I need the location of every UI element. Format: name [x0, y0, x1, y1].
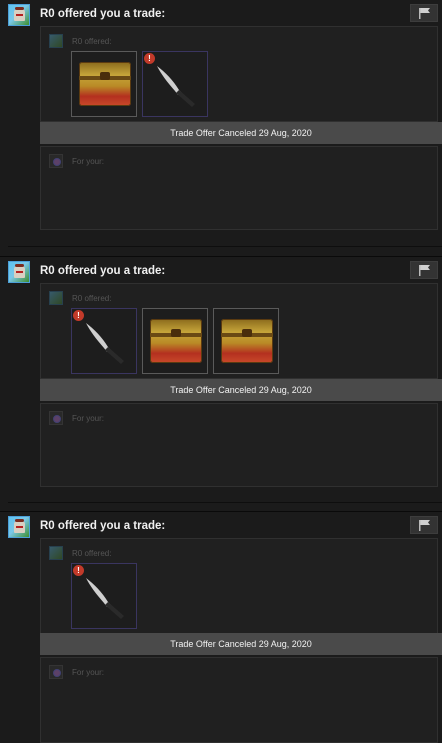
- offer-divider: [8, 246, 442, 247]
- avatar[interactable]: [8, 516, 30, 538]
- trade-status-bar: Trade Offer Canceled 29 Aug, 2020: [40, 379, 442, 401]
- item-knife[interactable]: !: [71, 563, 137, 629]
- offerer-mini-avatar: [49, 546, 63, 560]
- avatar[interactable]: [8, 4, 30, 26]
- item-knife[interactable]: !: [71, 308, 137, 374]
- trade-status-bar: Trade Offer Canceled 29 Aug, 2020: [40, 122, 442, 144]
- trade-status-bar: Trade Offer Canceled 29 Aug, 2020: [40, 633, 442, 655]
- offer-headline: R0 offered you a trade:: [40, 520, 166, 532]
- report-flag-button[interactable]: [410, 516, 438, 534]
- knife-icon: [86, 323, 124, 364]
- for-your-panel: For your:: [40, 657, 438, 743]
- for-your-panel: For your:: [40, 146, 438, 230]
- offered-label: R0 offered:: [72, 37, 112, 46]
- weapon-case-icon: [79, 62, 131, 106]
- weapon-case-icon: [150, 319, 202, 363]
- weapon-case-icon: [221, 319, 273, 363]
- item-weapon-case[interactable]: [142, 308, 208, 374]
- offered-label: R0 offered:: [72, 294, 112, 303]
- item-weapon-case[interactable]: [213, 308, 279, 374]
- recipient-mini-avatar: [49, 411, 63, 425]
- offerer-mini-avatar: [49, 291, 63, 305]
- report-flag-button[interactable]: [410, 261, 438, 279]
- trade-offer-1: R0 offered you a trade: R0 offered: ! Tr…: [0, 0, 442, 246]
- for-your-label: For your:: [72, 414, 105, 423]
- knife-icon: [86, 578, 124, 619]
- offer-headline: R0 offered you a trade:: [40, 265, 166, 277]
- item-knife[interactable]: !: [142, 51, 208, 117]
- recipient-mini-avatar: [49, 665, 63, 679]
- flag-icon: [419, 265, 430, 276]
- trade-offer-3: R0 offered you a trade: R0 offered: ! Tr…: [0, 511, 442, 743]
- offer-headline: R0 offered you a trade:: [40, 8, 166, 20]
- trade-offer-2: R0 offered you a trade: R0 offered: ! Tr…: [0, 256, 442, 503]
- for-your-panel: For your:: [40, 403, 438, 487]
- flag-icon: [419, 520, 430, 531]
- offered-panel: R0 offered: !: [40, 26, 438, 122]
- offered-panel: R0 offered: !: [40, 283, 438, 379]
- offer-divider: [8, 502, 442, 503]
- recipient-mini-avatar: [49, 154, 63, 168]
- avatar[interactable]: [8, 261, 30, 283]
- flag-icon: [419, 8, 430, 19]
- report-flag-button[interactable]: [410, 4, 438, 22]
- offered-label: R0 offered:: [72, 549, 112, 558]
- knife-icon: [157, 66, 195, 107]
- item-weapon-case[interactable]: [71, 51, 137, 117]
- for-your-label: For your:: [72, 157, 105, 166]
- for-your-label: For your:: [72, 668, 105, 677]
- offerer-mini-avatar: [49, 34, 63, 48]
- offered-panel: R0 offered: !: [40, 538, 438, 634]
